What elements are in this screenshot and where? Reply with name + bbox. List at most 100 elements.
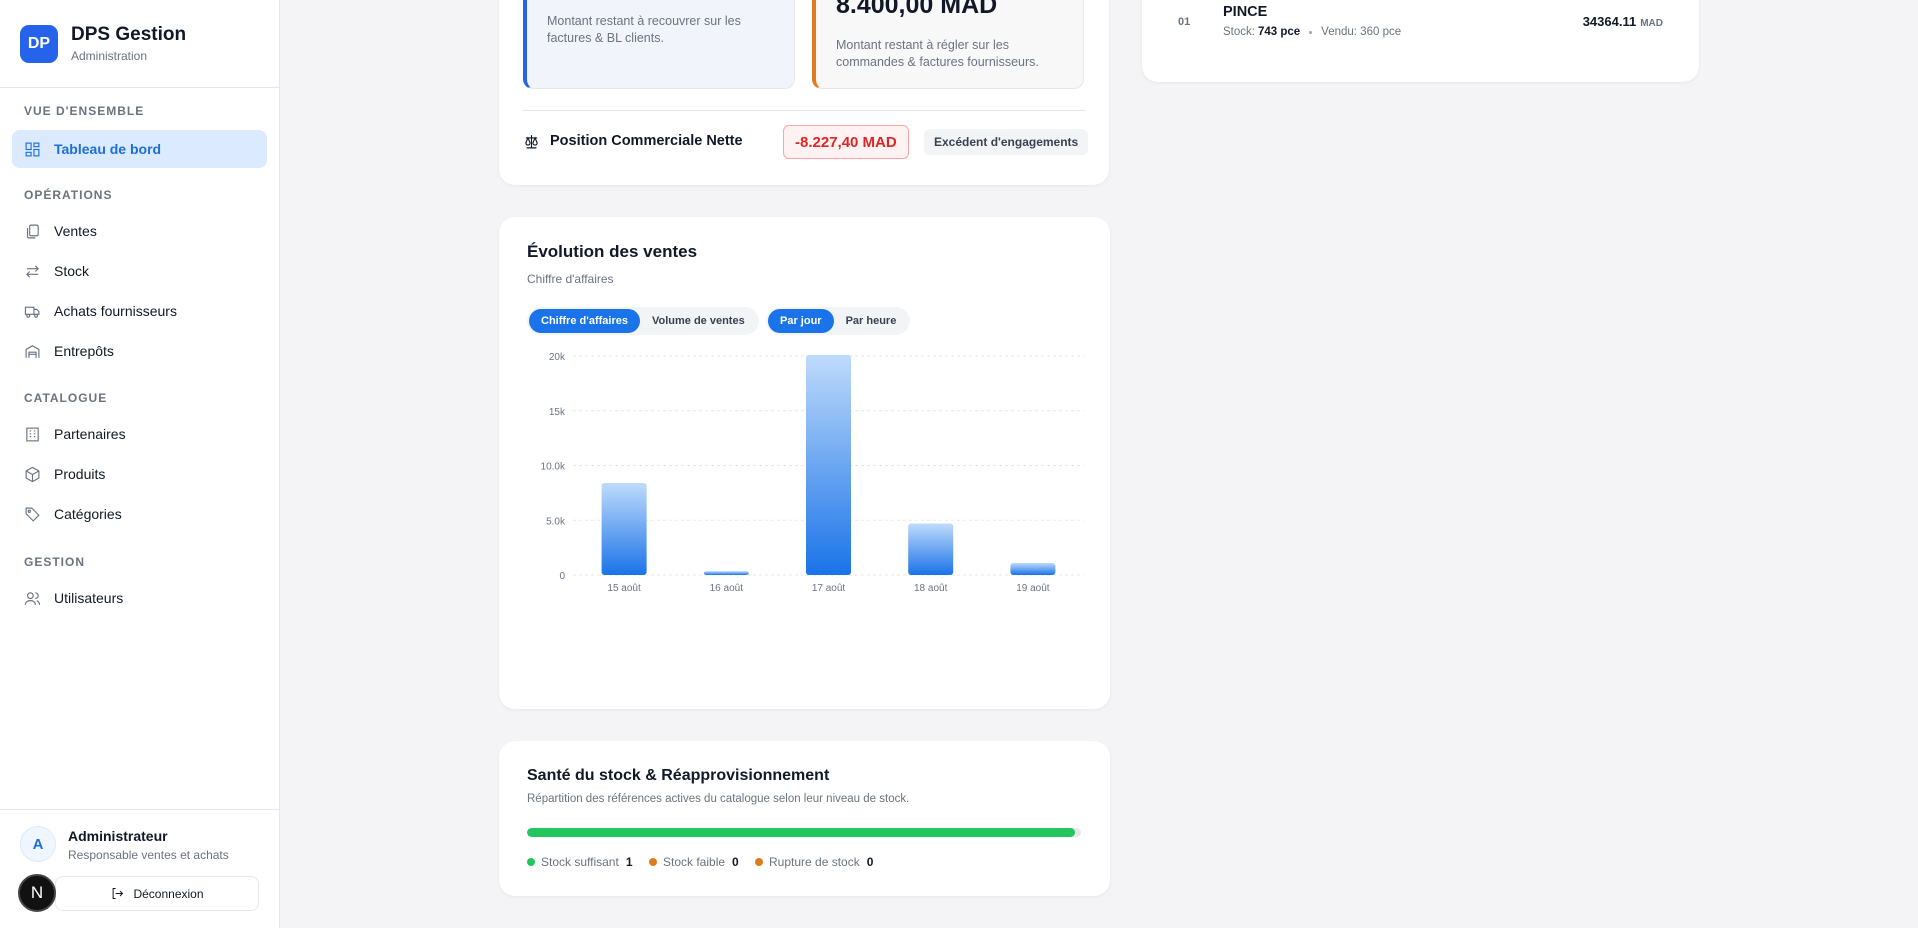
suppliers-balance-amount: 8.400,00 MAD — [836, 0, 998, 19]
product-rank: 01 — [1178, 16, 1191, 28]
sidebar-item-purchases[interactable]: Achats fournisseurs — [12, 292, 267, 330]
product-currency: MAD — [1640, 18, 1663, 29]
user-name: Administrateur — [68, 828, 168, 844]
chart-bar[interactable] — [806, 354, 851, 575]
sidebar-item-stock[interactable]: Stock — [12, 252, 267, 290]
legend-count: 0 — [866, 855, 874, 869]
tag-icon — [25, 507, 40, 522]
toggle-per-hour[interactable]: Par heure — [834, 309, 909, 333]
y-tick-label: 0 — [559, 571, 565, 582]
sidebar-item-partners[interactable]: Partenaires — [12, 415, 267, 453]
legend-label: Rupture de stock — [769, 855, 860, 869]
status-badge: Excédent d'engagements — [924, 129, 1089, 155]
legend-low: Stock faible 0 — [649, 855, 739, 869]
stock-label: Stock: — [1223, 26, 1255, 38]
x-tick-label: 18 août — [914, 583, 948, 594]
period-toggle: Par jour Par heure — [766, 307, 911, 335]
product-name: PINCE — [1223, 4, 1268, 20]
chart-bar[interactable] — [601, 483, 647, 575]
section-operations: OPÉRATIONS — [24, 188, 113, 202]
clients-balance: Montant restant à recouvrer sur les fact… — [523, 0, 795, 89]
x-tick-label: 19 août — [1016, 583, 1050, 594]
stock-value: 743 pce — [1257, 26, 1301, 38]
chart-bar[interactable] — [703, 571, 749, 575]
metric-toggle: Chiffre d'affaires Volume de ventes — [527, 307, 759, 335]
legend-sufficient: Stock suffisant 1 — [527, 855, 633, 869]
legend-count: 0 — [732, 855, 739, 869]
warehouse-icon — [25, 344, 40, 358]
net-position-label: Position Commerciale Nette — [550, 133, 743, 149]
sidebar-item-label: Catégories — [54, 506, 122, 522]
sidebar: DP DPS Gestion Administration VUE D'ENSE… — [0, 0, 280, 928]
clients-balance-desc: Montant restant à recouvrer sur les fact… — [547, 14, 741, 45]
y-tick-label: 15k — [549, 407, 566, 418]
legend-label: Stock faible — [663, 855, 726, 869]
chart-bar[interactable] — [1010, 562, 1056, 575]
section-management: GESTION — [24, 555, 86, 569]
stock-health-title: Santé du stock & Réapprovisionnement — [527, 767, 830, 784]
product-meta: Stock: 743 pce Vendu: 360 pce — [1223, 26, 1401, 38]
logout-button[interactable]: Déconnexion — [55, 876, 259, 911]
sold-value: Vendu: 360 pce — [1321, 26, 1402, 38]
stock-health-card: Santé du stock & Réapprovisionnement Rép… — [499, 741, 1110, 896]
chart-subtitle: Chiffre d'affaires — [527, 272, 614, 286]
x-tick-label: 15 août — [607, 583, 641, 594]
scale-icon — [525, 135, 538, 149]
sales-icon — [26, 224, 39, 238]
toggle-per-day[interactable]: Par jour — [768, 309, 834, 333]
net-position-value: -8.227,40 MAD — [783, 125, 909, 159]
next-dev-badge[interactable]: N — [18, 874, 56, 912]
sidebar-item-users[interactable]: Utilisateurs — [12, 579, 267, 617]
sidebar-item-categories[interactable]: Catégories — [12, 495, 267, 533]
divider — [523, 110, 1085, 111]
transfer-icon — [26, 264, 39, 278]
truck-icon — [24, 306, 40, 318]
section-overview: VUE D'ENSEMBLE — [24, 104, 145, 118]
box-icon — [25, 466, 40, 482]
suppliers-balance-desc: Montant restant à régler sur les command… — [836, 38, 1039, 69]
sidebar-item-sales[interactable]: Ventes — [12, 212, 267, 250]
legend-label: Stock suffisant — [541, 855, 619, 869]
sidebar-item-products[interactable]: Produits — [12, 455, 267, 493]
sidebar-item-label: Produits — [54, 466, 106, 482]
logout-label: Déconnexion — [133, 886, 204, 901]
section-catalog: CATALOGUE — [24, 391, 108, 405]
sales-chart-card: Évolution des ventes Chiffre d'affaires … — [499, 217, 1110, 709]
sidebar-item-label: Achats fournisseurs — [54, 303, 177, 319]
users-icon — [24, 591, 41, 605]
dashboard-icon — [25, 142, 40, 156]
y-tick-label: 5.0k — [546, 516, 566, 527]
stock-health-subtitle: Répartition des références actives du ca… — [527, 793, 910, 805]
sidebar-item-label: Tableau de bord — [54, 141, 162, 157]
avatar: A — [20, 826, 56, 862]
y-tick-label: 10.0k — [541, 462, 566, 473]
x-tick-label: 16 août — [710, 583, 744, 594]
brand: DP DPS Gestion Administration — [0, 0, 279, 88]
product-amount: 34364.11 — [1582, 14, 1637, 29]
suppliers-balance: 8.400,00 MAD Montant restant à régler su… — [812, 0, 1084, 89]
sidebar-item-label: Ventes — [54, 223, 97, 239]
sidebar-item-label: Entrepôts — [54, 343, 114, 359]
sales-bar-chart: 0 5.0k 10.0k 15k 20k 15 août 16 août 17 août 18 … — [541, 352, 1084, 594]
chart-bar[interactable] — [908, 523, 954, 575]
logout-icon — [113, 888, 124, 899]
y-tick-label: 20k — [549, 352, 566, 363]
toggle-revenue[interactable]: Chiffre d'affaires — [529, 309, 640, 333]
toggle-volume[interactable]: Volume de ventes — [640, 309, 757, 333]
brand-subtitle: Administration — [71, 49, 148, 63]
stock-health-bar — [527, 828, 1081, 837]
user-role: Responsable ventes et achats — [68, 848, 229, 862]
legend-out: Rupture de stock 0 — [755, 855, 873, 869]
sidebar-item-dashboard[interactable]: Tableau de bord — [12, 130, 267, 168]
green-dot-icon — [527, 858, 535, 866]
orange-dot-icon — [649, 858, 657, 866]
stock-health-fill — [527, 828, 1076, 837]
brand-title: DPS Gestion — [71, 24, 187, 45]
orange-dot-icon — [755, 858, 763, 866]
brand-logo: DP — [20, 24, 58, 63]
sidebar-item-warehouses[interactable]: Entrepôts — [12, 332, 267, 370]
separator-dot-icon — [1309, 30, 1313, 34]
top-products-card: 01 PINCE Stock: 743 pce Vendu: 360 pce 3… — [1142, 0, 1699, 82]
building-icon — [26, 427, 39, 441]
x-tick-label: 17 août — [812, 583, 846, 594]
